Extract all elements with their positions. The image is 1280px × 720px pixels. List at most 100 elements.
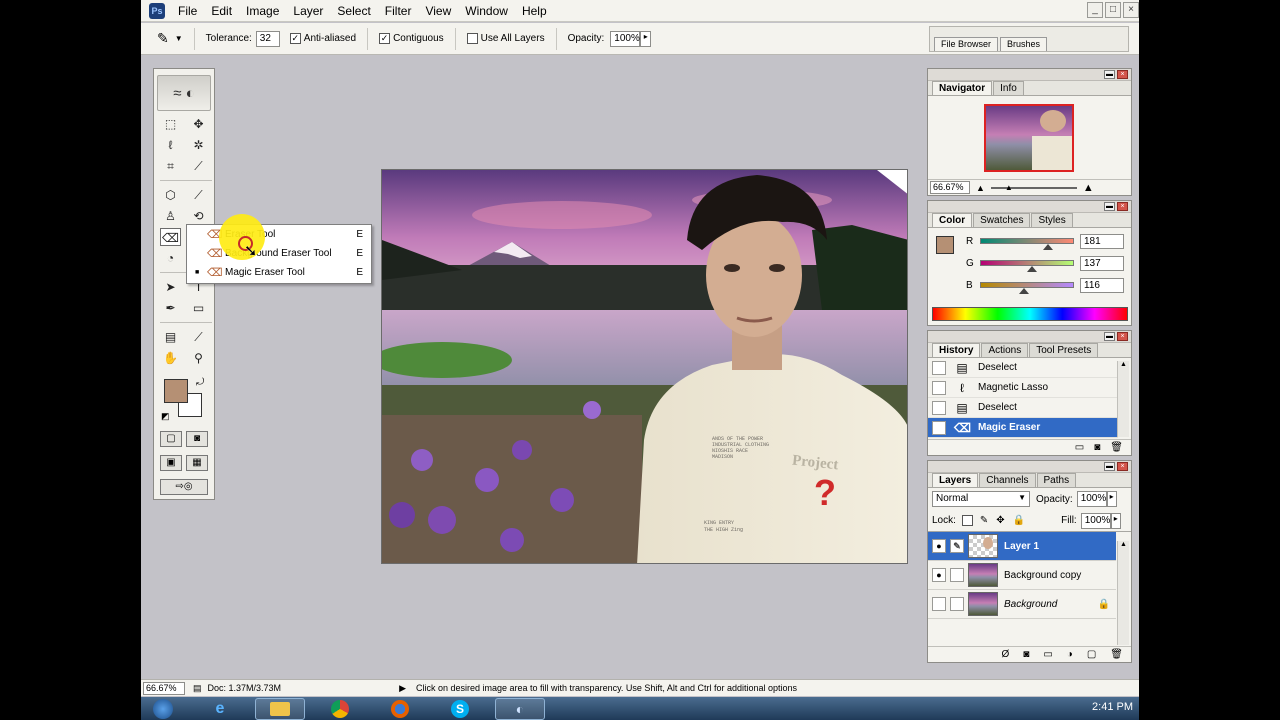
brush-link-icon[interactable]: ✎ (950, 539, 964, 553)
contiguous-checkbox[interactable]: ✓ (379, 33, 391, 44)
navigator-thumbnail[interactable] (984, 104, 1074, 172)
tab-history[interactable]: History (932, 343, 981, 357)
minimize-palette-button[interactable]: ▬ (1104, 332, 1115, 341)
eye-icon[interactable]: ● (932, 568, 946, 582)
tolerance-input[interactable]: 32 (255, 30, 280, 47)
history-item[interactable]: ℓ Magnetic Lasso (928, 378, 1118, 398)
green-slider-thumb[interactable] (1027, 266, 1037, 272)
tab-styles[interactable]: Styles (1031, 213, 1073, 227)
zoom-tool-icon[interactable]: ⚲ (188, 349, 209, 367)
slice-tool-icon[interactable]: ⟋ (188, 157, 209, 175)
lock-position-icon[interactable]: ✥ (996, 515, 1004, 526)
lock-all-icon[interactable]: 🔒 (1013, 515, 1025, 526)
history-item[interactable]: ▤ Deselect (928, 398, 1118, 418)
red-value-input[interactable]: 181 (1080, 233, 1124, 249)
menu-layer[interactable]: Layer (286, 0, 330, 22)
green-value-input[interactable]: 137 (1080, 255, 1124, 271)
new-document-from-state-icon[interactable]: ▭ (1075, 442, 1084, 453)
eye-icon[interactable] (932, 597, 946, 611)
crop-tool-icon[interactable]: ⌗ (160, 157, 181, 175)
link-icon[interactable] (950, 597, 964, 611)
history-item-current[interactable]: ⌫ Magic Eraser (928, 418, 1118, 438)
minimize-button[interactable]: _ (1087, 2, 1103, 18)
close-button[interactable]: × (1123, 2, 1139, 18)
healing-brush-tool-icon[interactable]: ⬡ (160, 186, 181, 204)
tab-info[interactable]: Info (993, 81, 1024, 95)
layer-opacity-arrow[interactable]: ▸ (1106, 491, 1117, 507)
menu-help[interactable]: Help (515, 0, 554, 22)
tab-swatches[interactable]: Swatches (973, 213, 1031, 227)
flyout-item-background-eraser[interactable]: ⌫ Background Eraser Tool E (187, 244, 371, 263)
link-icon[interactable] (950, 568, 964, 582)
menu-filter[interactable]: Filter (378, 0, 419, 22)
pen-tool-icon[interactable]: ✒ (160, 299, 181, 317)
flyout-item-eraser[interactable]: ⌫ Eraser Tool E (187, 225, 371, 244)
blend-mode-select[interactable]: Normal ▼ (932, 491, 1030, 507)
history-brush-tool-icon[interactable]: ⟲ (188, 207, 209, 225)
taskbar-skype[interactable]: S (435, 698, 485, 720)
layer-row[interactable]: ● ✎ Layer 1 (928, 532, 1116, 561)
notes-tool-icon[interactable]: ▤ (160, 328, 181, 346)
marquee-tool-icon[interactable]: ⬚ (160, 115, 181, 133)
red-slider[interactable] (980, 238, 1074, 250)
move-tool-icon[interactable]: ✥ (188, 115, 209, 133)
minimize-palette-button[interactable]: ▬ (1104, 202, 1115, 211)
tab-tool-presets[interactable]: Tool Presets (1029, 343, 1099, 357)
layers-scrollbar[interactable]: ▲ (1117, 541, 1129, 645)
red-slider-thumb[interactable] (1043, 244, 1053, 250)
photoshop-app-icon[interactable]: Ps (149, 2, 165, 19)
taskbar-firefox[interactable] (375, 698, 425, 720)
clone-stamp-tool-icon[interactable]: ♙ (160, 207, 181, 225)
foreground-color-swatch[interactable] (164, 379, 188, 403)
screen-mode-button[interactable]: ▣ (160, 455, 182, 471)
fill-arrow[interactable]: ▸ (1110, 512, 1121, 529)
close-palette-button[interactable]: × (1117, 332, 1128, 341)
tab-layers[interactable]: Layers (932, 473, 979, 487)
history-snapshot-checkbox[interactable] (932, 360, 946, 375)
use-all-layers-checkbox[interactable] (466, 33, 478, 44)
hand-tool-icon[interactable]: ✋ (160, 349, 181, 367)
rectangle-tool-icon[interactable]: ▭ (188, 299, 209, 317)
history-snapshot-checkbox[interactable] (932, 400, 946, 415)
document-canvas[interactable]: ANDS OF THE POWER INDUSTRIAL CLOTHING NI… (381, 169, 908, 564)
brush-tool-icon[interactable]: ⟋ (188, 186, 209, 204)
layer-row[interactable]: ● Background copy (928, 561, 1116, 590)
restore-button[interactable]: □ (1105, 2, 1121, 18)
swap-colors-icon[interactable]: ⤾ (196, 377, 204, 388)
tab-actions[interactable]: Actions (981, 343, 1029, 357)
blue-slider-thumb[interactable] (1019, 288, 1029, 294)
navigator-zoom-input[interactable]: 66.67% (930, 181, 970, 194)
blue-slider[interactable] (980, 282, 1074, 294)
trash-icon[interactable]: 🗑 (1110, 442, 1123, 453)
tab-color[interactable]: Color (932, 213, 973, 227)
menu-edit[interactable]: Edit (204, 0, 239, 22)
new-snapshot-icon[interactable]: ◙ (1094, 442, 1100, 453)
blue-value-input[interactable]: 116 (1080, 277, 1124, 293)
new-layer-icon[interactable]: ▢ (1087, 649, 1096, 660)
lasso-tool-icon[interactable]: ℓ (160, 136, 181, 154)
standard-mode-button[interactable]: ▢ (160, 431, 182, 447)
menu-select[interactable]: Select (330, 0, 377, 22)
well-tab-brushes[interactable]: Brushes (1000, 37, 1048, 51)
new-layer-set-icon[interactable]: ▭ (1043, 649, 1052, 660)
taskbar-explorer[interactable] (255, 697, 305, 720)
taskbar-chrome[interactable] (315, 698, 365, 720)
minimize-palette-button[interactable]: ▬ (1104, 70, 1115, 79)
color-spectrum-ramp[interactable] (932, 307, 1128, 321)
eraser-tool-icon[interactable]: ⌫ (160, 228, 181, 246)
default-colors-icon[interactable]: ◩ (161, 411, 170, 422)
anti-aliased-checkbox[interactable]: ✓ (289, 33, 301, 44)
lock-transparency-checkbox[interactable] (961, 515, 973, 526)
menu-file[interactable]: File (171, 0, 204, 22)
history-scrollbar[interactable]: ▲ (1117, 361, 1129, 437)
opacity-arrow-button[interactable]: ▸ (640, 30, 652, 47)
green-slider[interactable] (980, 260, 1074, 272)
close-palette-button[interactable]: × (1117, 462, 1128, 471)
adobe-online-button[interactable]: ≈ ◐ (157, 75, 211, 111)
menu-image[interactable]: Image (239, 0, 286, 22)
taskbar-photoshop[interactable]: ◐ (495, 697, 545, 720)
zoom-out-icon[interactable]: ▲ (976, 183, 985, 193)
magic-wand-tool-icon[interactable]: ✲ (188, 136, 209, 154)
blur-tool-icon[interactable]: ◔ (160, 249, 181, 267)
zoom-in-icon[interactable]: ▲ (1083, 182, 1094, 194)
